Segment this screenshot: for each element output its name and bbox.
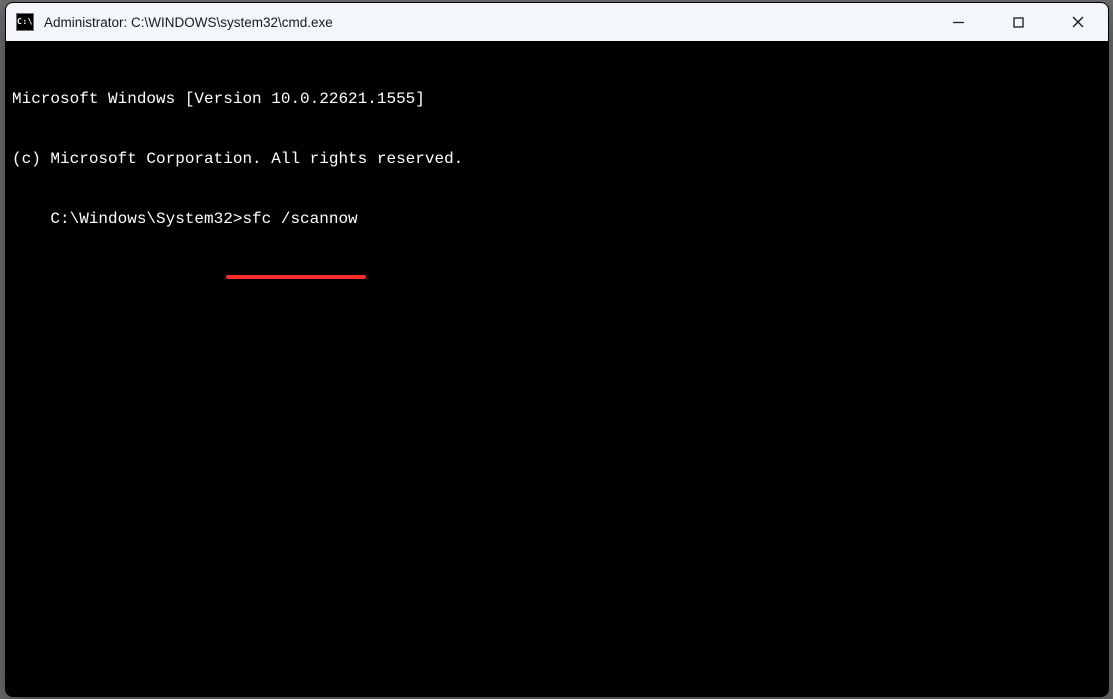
cmd-window: C:\ Administrator: C:\WINDOWS\system32\c… <box>5 2 1109 697</box>
window-controls <box>928 3 1108 41</box>
titlebar[interactable]: C:\ Administrator: C:\WINDOWS\system32\c… <box>6 3 1108 41</box>
maximize-icon <box>1013 17 1024 28</box>
minimize-icon <box>953 17 964 28</box>
terminal-command: sfc /scannow <box>242 210 357 228</box>
terminal-output-line: Microsoft Windows [Version 10.0.22621.15… <box>6 89 1108 109</box>
terminal-output-line: (c) Microsoft Corporation. All rights re… <box>6 149 1108 169</box>
terminal-area[interactable]: Microsoft Windows [Version 10.0.22621.15… <box>6 41 1108 696</box>
close-button[interactable] <box>1048 3 1108 41</box>
minimize-button[interactable] <box>928 3 988 41</box>
annotation-underline <box>226 275 366 279</box>
terminal-prompt: C:\Windows\System32> <box>50 210 242 228</box>
maximize-button[interactable] <box>988 3 1048 41</box>
terminal-prompt-line: C:\Windows\System32>sfc /scannow <box>44 209 357 269</box>
window-title: Administrator: C:\WINDOWS\system32\cmd.e… <box>44 15 928 30</box>
cmd-icon: C:\ <box>16 13 34 31</box>
close-icon <box>1072 16 1084 28</box>
